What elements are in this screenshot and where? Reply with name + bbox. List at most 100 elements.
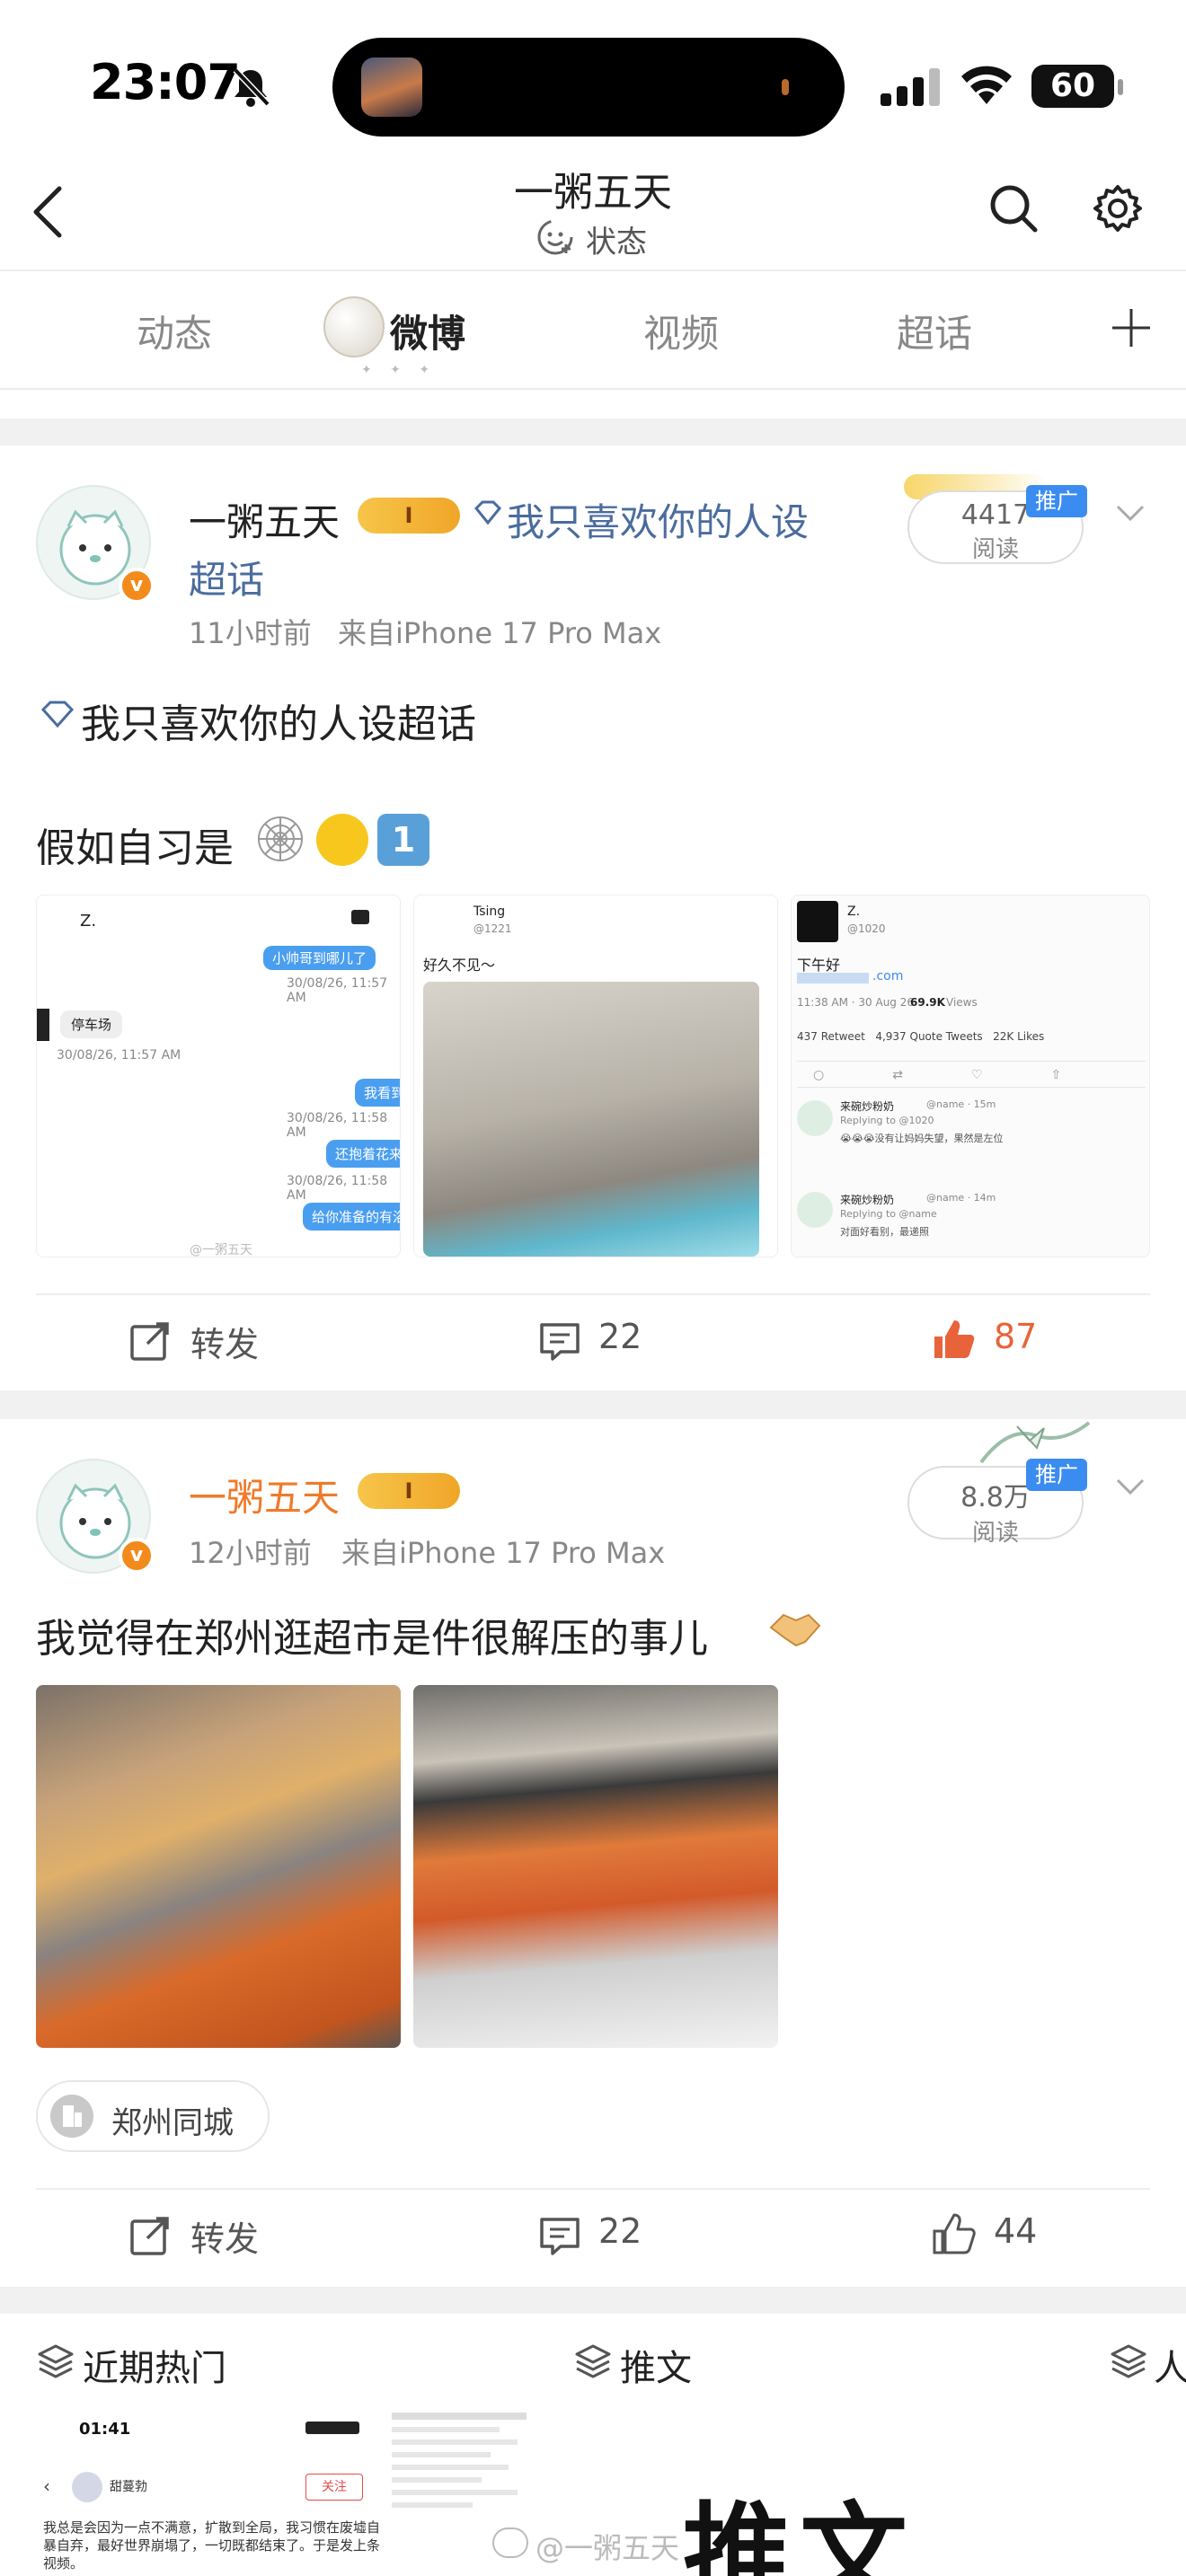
image-watermark: @一粥五天: [190, 1243, 252, 1257]
tabs-divider: [0, 388, 1186, 390]
reply-handle: @name · 14m: [926, 1192, 996, 1204]
post-username[interactable]: 一粥五天: [189, 1468, 340, 1522]
post-text: 假如自习是: [36, 825, 234, 871]
post-time: 11小时前: [189, 616, 312, 650]
location-label: 郑州同城: [111, 2105, 234, 2141]
member-crown-badge[interactable]: I: [358, 1473, 460, 1509]
tweet-author: Z.: [847, 904, 861, 919]
tweet-action-row: ○⇄♡⇧: [797, 1061, 1146, 1088]
post-source: 来自iPhone 17 Pro Max: [338, 616, 662, 650]
thumb-avatar: [72, 2472, 102, 2502]
member-crown-badge[interactable]: I: [358, 498, 460, 534]
verified-badge-icon: v: [119, 1538, 155, 1574]
post-image-2[interactable]: [413, 1685, 778, 2048]
chat-time: 30/08/26, 11:58 AM: [287, 1111, 388, 1140]
member-level: I: [404, 1478, 413, 1504]
tweet-handle: @1020: [847, 922, 886, 935]
activity-indicator: [782, 79, 789, 95]
post-image-2[interactable]: Tsing @1221 好久不见～: [413, 895, 778, 1257]
section-title-tweets[interactable]: 推文: [620, 2339, 692, 2391]
chat-time: 30/08/26, 11:58 AM: [287, 1174, 388, 1203]
yellow-circle-emoji-icon: [316, 814, 368, 866]
signal-icon: [881, 68, 940, 106]
reply-text: 😭😭😭没有让妈妈失望，果然是左位: [840, 1133, 1004, 1144]
status-label[interactable]: 状态: [586, 217, 647, 261]
tweets-cover-text[interactable]: 推文: [683, 2466, 916, 2576]
supertopic-link-cont[interactable]: 超话: [189, 550, 264, 604]
comment-count: 22: [598, 2211, 642, 2251]
layers-icon: [38, 2344, 74, 2378]
comment-icon: [540, 2218, 580, 2255]
weibo-tab-moon-icon: [323, 296, 385, 357]
section-separator: [0, 419, 1186, 446]
search-icon[interactable]: [988, 183, 1039, 234]
thumb-back-icon: ‹: [43, 2475, 50, 2497]
reply-handle: @name · 15m: [926, 1098, 996, 1110]
chat-bubble: 小帅哥到哪儿了: [263, 946, 376, 970]
section-title-people[interactable]: 人: [1154, 2339, 1186, 2391]
like-count: 87: [994, 1317, 1038, 1356]
thumb-username: 甜蔓勃: [110, 2480, 147, 2494]
image-watermark: @一粥五天: [535, 2531, 680, 2565]
thumb-follow-button: 关注: [305, 2474, 363, 2501]
chat-time: 30/08/26, 11:57 AM: [287, 976, 388, 1005]
now-playing-artwork[interactable]: [361, 57, 422, 117]
supertopic-diamond-icon: [40, 701, 75, 728]
verified-badge-icon: v: [119, 568, 155, 604]
tab-weibo[interactable]: 微博: [390, 304, 465, 358]
spiderweb-emoji-icon: [258, 816, 303, 861]
tweet-handle: @1221: [474, 922, 512, 935]
reply-avatar: [797, 1100, 833, 1136]
chat-time: 30/08/26, 11:57 AM: [57, 1048, 181, 1063]
reply-author: 来碗炒粉奶: [840, 1194, 895, 1206]
keycap-one-emoji: 1: [377, 814, 429, 866]
promote-badge[interactable]: 推广: [1026, 485, 1087, 517]
tweet-link: .com: [872, 969, 904, 984]
thumbs-up-icon: [933, 2213, 976, 2254]
tweet-avatar: [797, 901, 838, 942]
post-username[interactable]: 一粥五天: [189, 492, 340, 547]
post-text: 我觉得在郑州逛超市是件很解压的事儿: [36, 1616, 708, 1662]
tab-dynamic[interactable]: 动态: [137, 304, 212, 358]
location-chip[interactable]: 郑州同城: [36, 2080, 270, 2152]
post-image-1[interactable]: [36, 1685, 401, 2048]
layers-icon: [575, 2344, 611, 2378]
chevron-down-icon[interactable]: [1116, 499, 1145, 528]
repost-icon: [130, 2217, 169, 2255]
tab-video[interactable]: 视频: [643, 304, 719, 358]
supertopic-link[interactable]: 我只喜欢你的人设: [507, 492, 809, 547]
tweet-views-label: Views: [946, 996, 978, 1009]
bell-muted-icon: [233, 67, 270, 107]
thumbs-up-filled-icon: [934, 1320, 975, 1358]
chat-bubble: 给你准备的有浴袍: [303, 1203, 400, 1231]
layers-icon: [1111, 2344, 1146, 2378]
post-topic-line[interactable]: 我只喜欢你的人设超话: [81, 692, 476, 749]
tweet-text: 好久不见～: [423, 957, 496, 974]
tab-supertopic[interactable]: 超话: [897, 304, 972, 358]
chevron-down-icon[interactable]: [1116, 1473, 1145, 1502]
thumb-text: 我总是会因为一点不满意，扩散到全局，我习惯在废墟自暴自弃，最好世界崩塌了，一切既…: [43, 2519, 381, 2572]
post-image-1[interactable]: Z. 小帅哥到哪儿了 30/08/26, 11:57 AM 停车场 30/08/…: [36, 895, 401, 1257]
reply-text: 对面好看别，最递照: [840, 1226, 929, 1238]
reply-author: 来碗炒粉奶: [840, 1100, 895, 1113]
thumb-status-time: 01:41: [79, 2420, 131, 2439]
tweet-photo-bathroom: [423, 982, 759, 1257]
read-label: 阅读: [971, 536, 1019, 563]
location-building-icon: [50, 2095, 93, 2138]
trending-thumbnail[interactable]: 01:41 ‹ 甜蔓勃 关注 我总是会因为一点不满意，扩散到全局，我习惯在废墟自…: [36, 2407, 386, 2576]
tweet-link-blur: [797, 973, 869, 984]
dynamic-island: [332, 38, 845, 137]
supertopic-diamond-icon: [474, 500, 502, 525]
post-source: 来自iPhone 17 Pro Max: [341, 1536, 666, 1570]
status-smile-icon[interactable]: [535, 217, 575, 260]
chat-header: Z.: [80, 912, 97, 931]
settings-gear-icon[interactable]: [1093, 183, 1143, 234]
read-label: 阅读: [971, 1520, 1019, 1547]
promote-badge[interactable]: 推广: [1026, 1459, 1087, 1491]
add-tab-plus-icon[interactable]: [1111, 307, 1152, 348]
repost-label: 转发: [190, 1325, 260, 1364]
post-image-3[interactable]: Z. @1020 下午好 .com 11:38 AM · 30 Aug 26 ·…: [791, 895, 1150, 1257]
section-title-trending[interactable]: 近期热门: [83, 2339, 226, 2391]
section-separator: [0, 2287, 1186, 2314]
handshake-emoji-icon: [769, 1613, 821, 1647]
